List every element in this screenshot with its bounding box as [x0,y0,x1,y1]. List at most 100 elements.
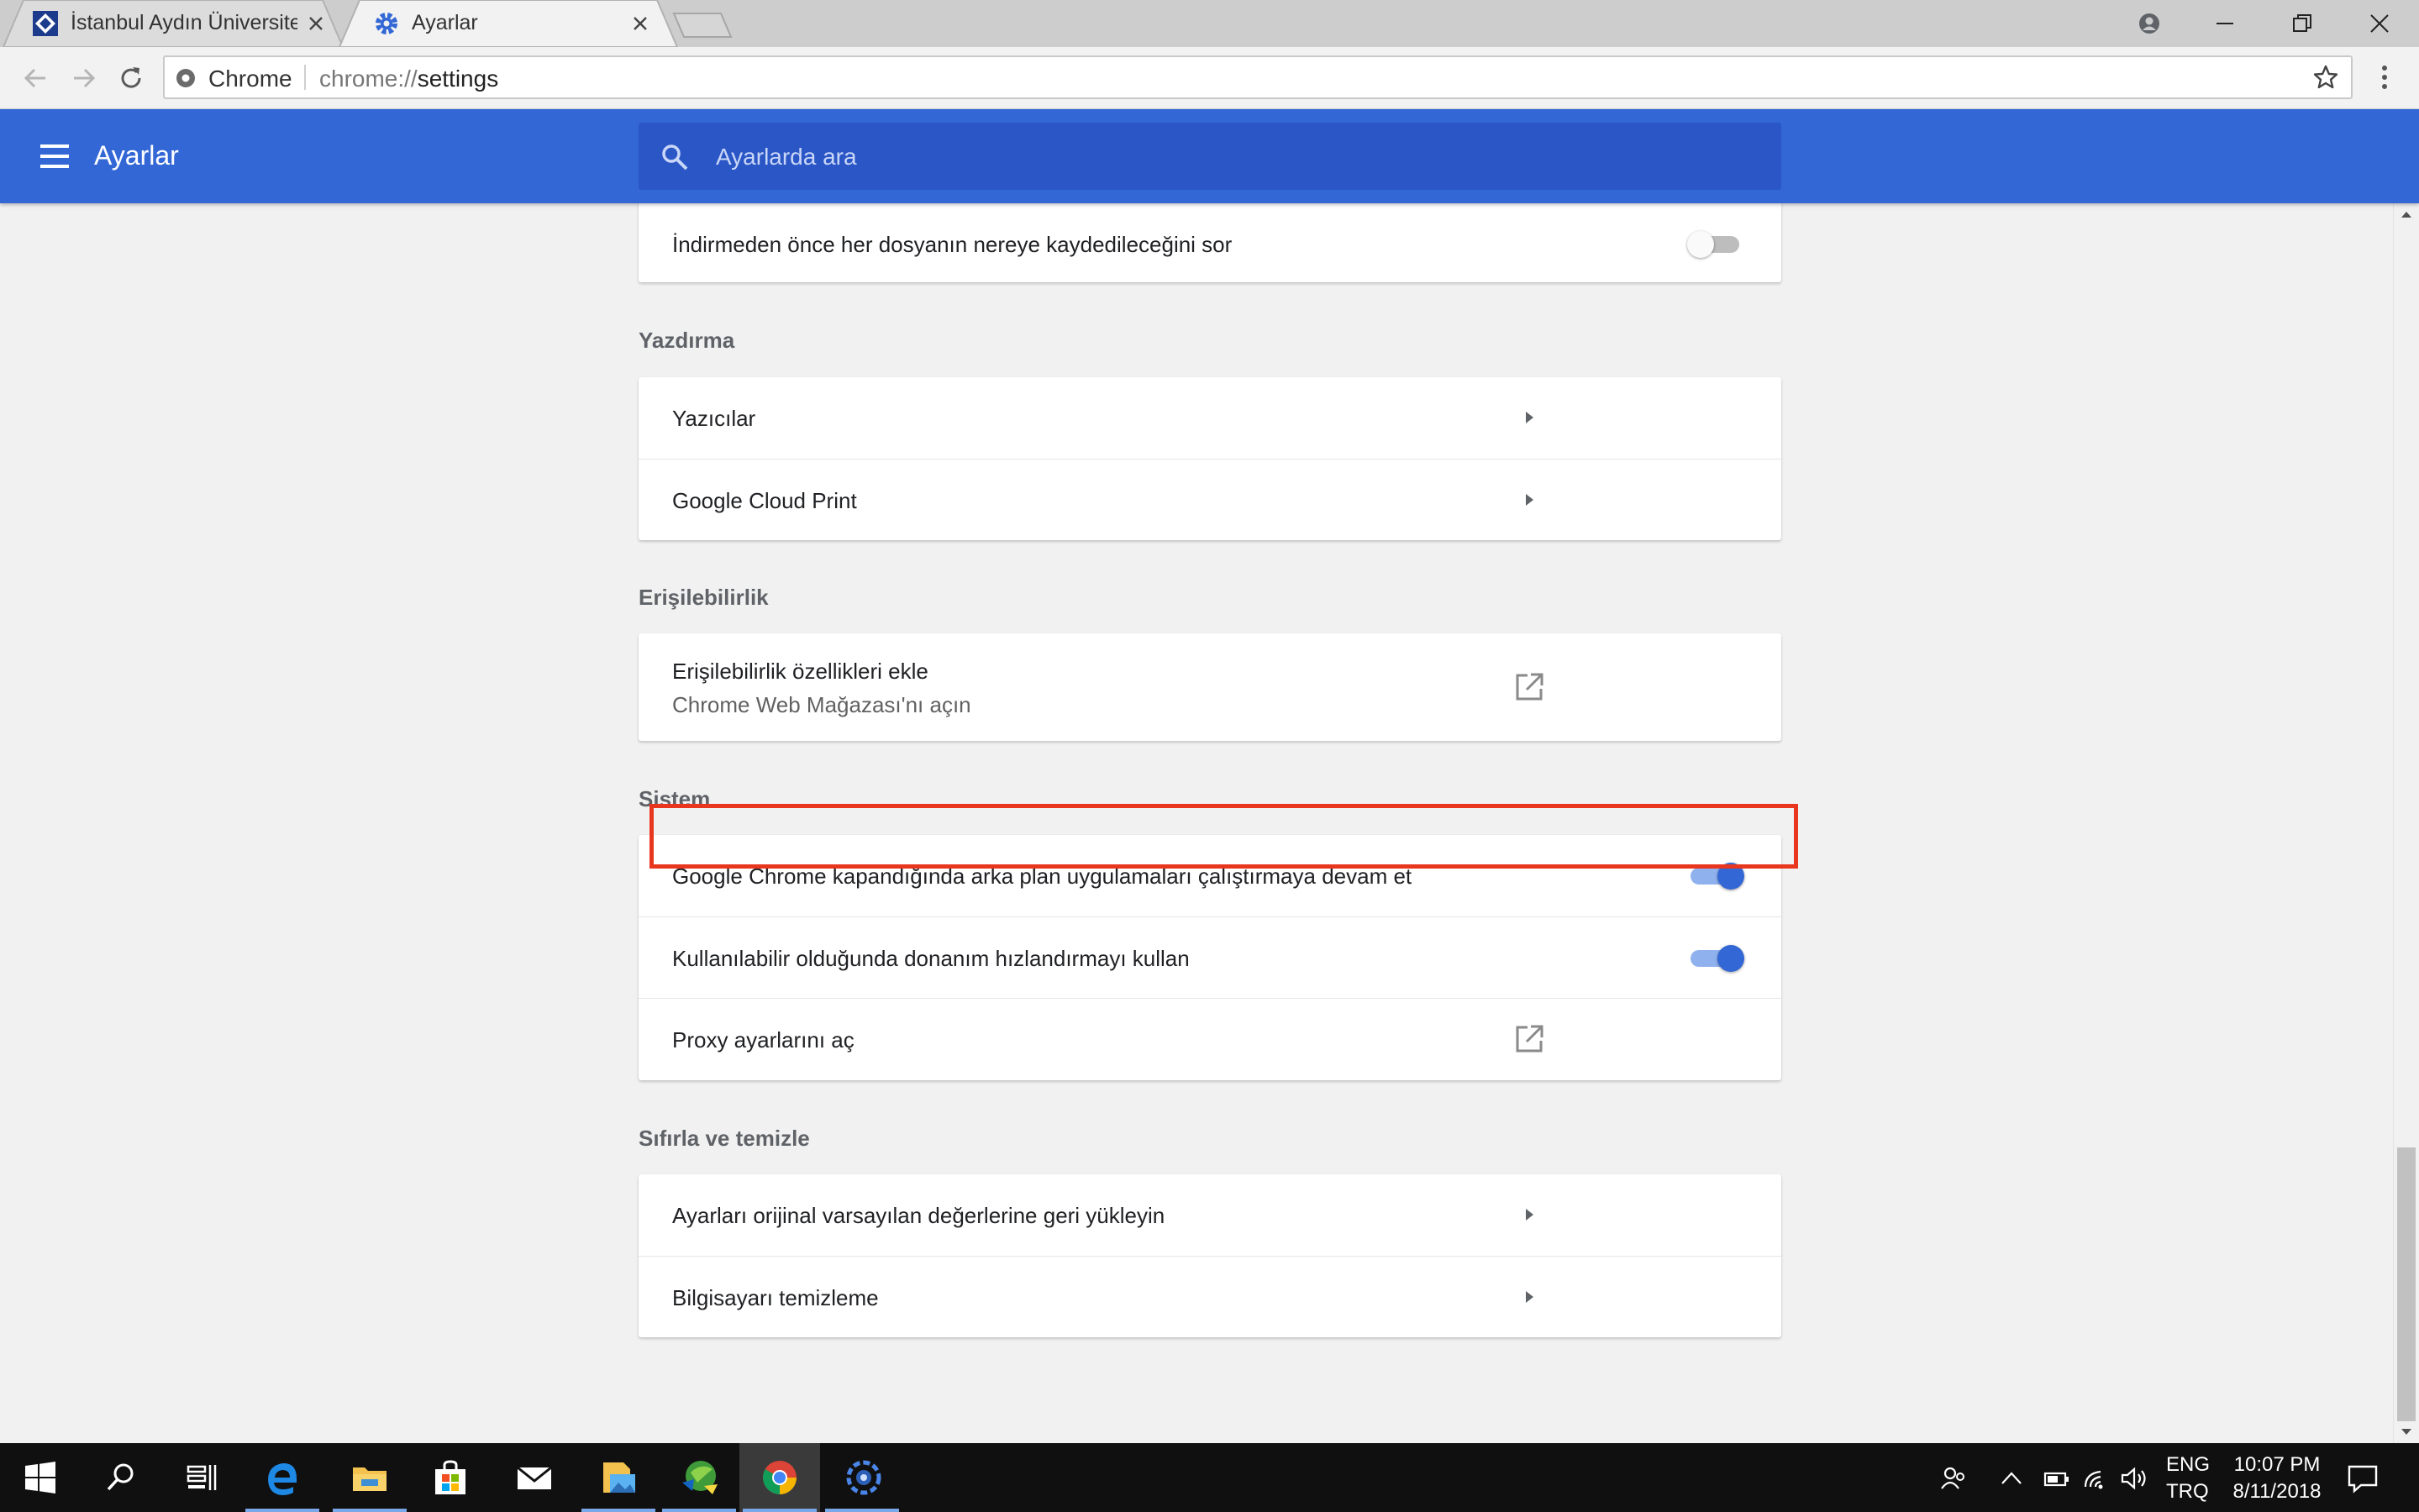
taskbar-mail[interactable] [494,1443,575,1512]
arrow-right-icon [1526,1209,1533,1221]
hardware-acceleration-toggle[interactable] [1687,940,1746,974]
store-icon [435,1460,465,1494]
forward-button[interactable] [67,61,101,95]
taskbar-file-explorer[interactable] [329,1443,410,1512]
cloud-print-row[interactable]: Google Cloud Print [639,459,1781,540]
clock-time: 10:07 PM [2233,1453,2321,1476]
add-accessibility-features-label: Erişilebilirlik özellikleri ekle [672,659,928,684]
restore-icon [2293,14,2311,32]
omnibox-separator [304,65,306,90]
url-host: settings [417,66,499,92]
ask-download-location-row[interactable]: İndirmeden önce her dosyanın nereye kayd… [639,203,1781,282]
wifi-icon[interactable] [2082,1465,2112,1492]
battery-icon[interactable] [2042,1465,2072,1492]
settings-header: Ayarlar [0,109,2419,203]
people-icon[interactable] [1939,1465,1968,1492]
taskbar-clock[interactable]: 10:07 PM 8/11/2018 [2218,1452,2336,1505]
tab-close-icon[interactable] [630,13,650,34]
arrow-right-icon [1526,1291,1533,1303]
hamburger-menu-icon[interactable] [39,141,72,171]
restore-button[interactable] [2264,0,2341,47]
task-view-icon [187,1465,217,1490]
printers-row[interactable]: Yazıcılar [639,377,1781,459]
tab-title: Ayarlar [412,11,478,34]
start-button[interactable] [0,1443,81,1512]
scroll-down-icon[interactable] [2401,1428,2412,1436]
ask-download-location-toggle[interactable] [1687,226,1746,260]
task-view-button[interactable] [161,1443,242,1512]
arrow-right-icon [1526,494,1533,506]
scroll-up-icon[interactable] [2401,210,2412,218]
scroll-thumb[interactable] [2397,1147,2416,1421]
settings-app-icon [846,1460,881,1495]
restore-defaults-label: Ayarları orijinal varsayılan değerlerine… [672,1203,1165,1228]
taskbar-settings-app[interactable] [822,1443,902,1512]
minimize-icon [2217,23,2233,24]
settings-search[interactable] [639,123,1781,190]
file-explorer-icon [353,1467,387,1491]
arrow-right-icon [1526,412,1533,423]
start-icon [25,1462,55,1494]
hardware-acceleration-row[interactable]: Kullanılabilir olduğunda donanım hızland… [639,916,1781,998]
downloads-card: İndirmeden önce her dosyanın nereye kayd… [639,203,1781,282]
taskbar-store[interactable] [410,1443,491,1512]
bookmark-star-icon[interactable] [2312,64,2339,91]
search-icon [107,1463,134,1491]
address-bar[interactable]: Chrome chrome://settings [163,55,2353,99]
computer-cleanup-row[interactable]: Bilgisayarı temizleme [639,1256,1781,1337]
proxy-settings-label: Proxy ayarlarını aç [672,1027,855,1053]
browser-toolbar: Chrome chrome://settings [0,47,2419,109]
chrome-page-icon [176,69,195,87]
add-accessibility-features-row[interactable]: Erişilebilirlik özellikleri ekle Chrome … [639,633,1781,741]
reload-button[interactable] [114,61,148,95]
gear-icon [376,13,397,34]
taskbar-search-button[interactable] [81,1443,161,1512]
search-icon [662,144,688,171]
minimize-button[interactable] [2186,0,2264,47]
mail-icon [517,1466,552,1489]
tab-title: İstanbul Aydın Üniversitesi [71,11,297,34]
close-window-button[interactable] [2341,0,2418,47]
volume-icon[interactable] [2119,1465,2149,1492]
open-external-icon [1516,1025,1543,1053]
computer-cleanup-label: Bilgisayarı temizleme [672,1285,879,1310]
proxy-highlight-box [649,804,1798,869]
ask-download-location-label: İndirmeden önce her dosyanın nereye kayd… [672,232,1233,257]
printing-card: Yazıcılar Google Cloud Print [639,377,1781,540]
tab-strip: İstanbul Aydın Üniversitesi Ayarlar [0,0,2419,47]
cloud-print-label: Google Cloud Print [672,488,857,513]
edge-icon [268,1462,297,1495]
page-scrollbar[interactable] [2393,203,2419,1443]
chevron-up-icon[interactable] [2000,1468,2023,1488]
printing-section-title: Yazdırma [639,328,735,353]
reset-card: Ayarları orijinal varsayılan değerlerine… [639,1174,1781,1337]
input-language-indicator[interactable]: ENG TRQ [2166,1452,2210,1505]
language-line-2: TRQ [2166,1480,2209,1503]
tab-istanbul-aydin[interactable]: İstanbul Aydın Üniversitesi [3,0,339,47]
url-text[interactable]: chrome://settings [319,66,498,92]
clock-date: 8/11/2018 [2232,1480,2322,1503]
taskbar-chrome[interactable] [739,1443,820,1512]
proxy-settings-row[interactable]: Proxy ayarlarını aç [639,998,1781,1080]
system-card: Google Chrome kapandığında arka plan uyg… [639,835,1781,1080]
chrome-menu-icon[interactable] [2368,60,2401,94]
toggle-knob [1717,945,1744,972]
taskbar-download-manager[interactable] [659,1443,739,1512]
tab-ayarlar[interactable]: Ayarlar [344,0,664,47]
page-title: Ayarlar [94,140,179,171]
download-manager-icon [682,1461,718,1494]
url-scheme: chrome:// [319,66,418,92]
profile-icon[interactable] [2134,8,2164,39]
back-button[interactable] [18,61,52,95]
taskbar-photos[interactable] [578,1443,659,1512]
search-input[interactable] [714,139,1726,175]
accessibility-section-title: Erişilebilirlik [639,585,769,610]
windows-taskbar: ENG TRQ 10:07 PM 8/11/2018 [0,1443,2419,1512]
action-center-icon[interactable] [2346,1462,2380,1495]
taskbar-edge[interactable] [242,1443,323,1512]
university-logo-icon [33,11,58,36]
new-tab-button[interactable] [672,12,733,39]
close-icon [2370,14,2389,33]
tab-close-icon[interactable] [306,13,326,34]
restore-defaults-row[interactable]: Ayarları orijinal varsayılan değerlerine… [639,1174,1781,1256]
